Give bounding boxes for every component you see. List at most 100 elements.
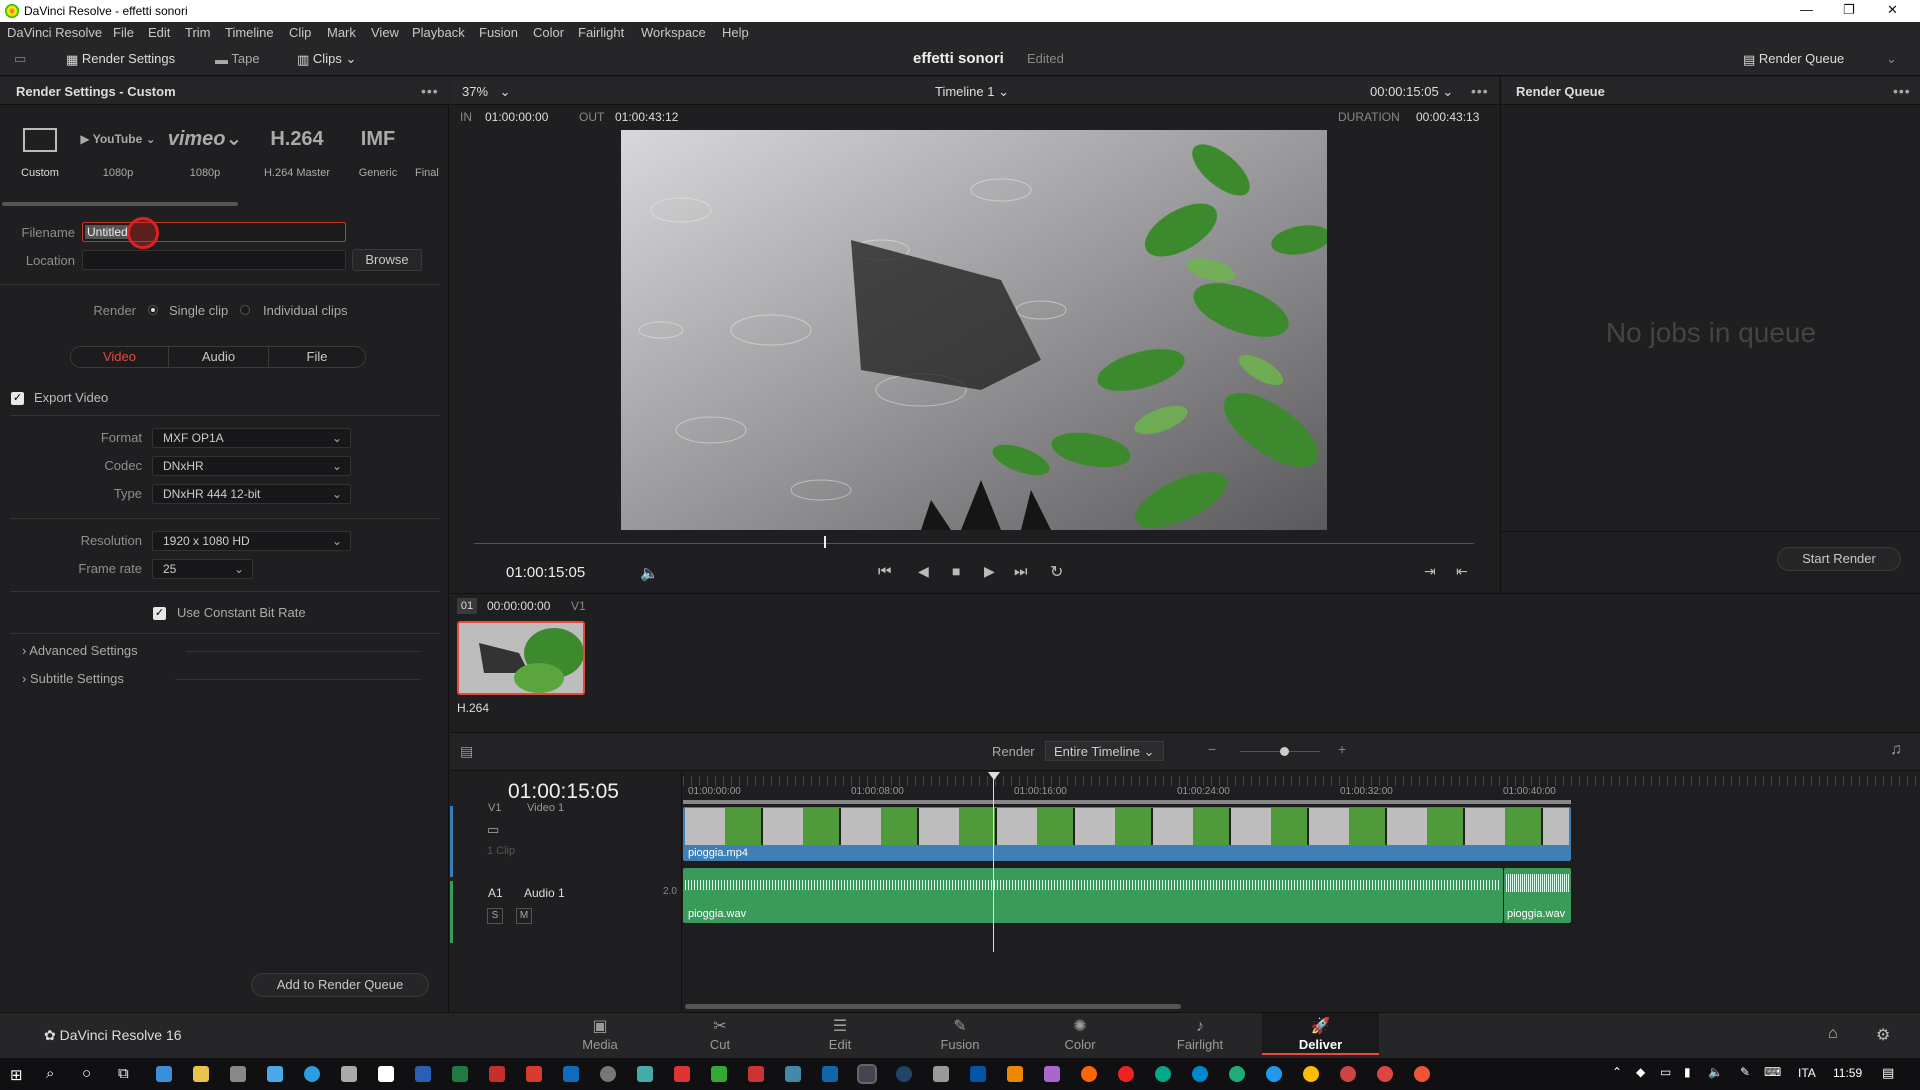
taskbar-app-icon[interactable] [156, 1066, 172, 1082]
taskbar-app-icon[interactable] [341, 1066, 357, 1082]
solo-button[interactable]: S [487, 908, 503, 924]
volume-icon[interactable]: 🔈 [640, 564, 659, 582]
chrome-icon[interactable] [1340, 1066, 1356, 1082]
cortana-icon[interactable]: ○ [82, 1065, 91, 1082]
advanced-settings-toggle[interactable]: › Advanced Settings [22, 643, 138, 658]
pdf-icon[interactable] [526, 1066, 542, 1082]
page-fairlight[interactable]: ♪ Fairlight [1150, 1017, 1250, 1052]
zoom-out-icon[interactable]: − [1208, 741, 1216, 757]
close-icon[interactable]: ✕ [1887, 2, 1898, 18]
taskbar-app-icon[interactable] [748, 1066, 764, 1082]
clips-button[interactable]: ▥ Clips ⌄ [297, 51, 356, 68]
timeline-select[interactable]: Timeline 1 ⌄ [935, 84, 1009, 100]
render-queue-button[interactable]: ▤ Render Queue [1743, 51, 1844, 68]
notepad-icon[interactable] [378, 1066, 394, 1082]
search-icon[interactable]: ⌕ [46, 1065, 54, 1082]
menu-timeline[interactable]: Timeline [225, 25, 274, 40]
menu-workspace[interactable]: Workspace [641, 25, 706, 40]
render-range-select[interactable]: Entire Timeline ⌄ [1045, 741, 1164, 761]
mute-button[interactable]: M [516, 908, 532, 924]
video-preview[interactable] [621, 130, 1327, 530]
menu-clip[interactable]: Clip [289, 25, 311, 40]
zoom-in-icon[interactable]: + [1338, 741, 1346, 757]
individual-clips-radio[interactable] [240, 305, 250, 315]
menu-fusion[interactable]: Fusion [479, 25, 518, 40]
home-icon[interactable]: ⌂ [1828, 1025, 1838, 1043]
menu-trim[interactable]: Trim [185, 25, 211, 40]
audio-meter-icon[interactable]: ♫ [1890, 741, 1902, 759]
menu-color[interactable]: Color [533, 25, 564, 40]
scrub-bar[interactable] [474, 543, 1474, 544]
timeline-view-icon[interactable]: ▤ [460, 743, 473, 760]
language-indicator[interactable]: ITA [1798, 1066, 1816, 1080]
edge-icon[interactable] [1192, 1066, 1208, 1082]
menu-file[interactable]: File [113, 25, 134, 40]
taskbar-app-icon[interactable] [1044, 1066, 1060, 1082]
keyboard-icon[interactable]: ⌨ [1764, 1065, 1781, 1079]
framerate-select[interactable]: 25 ⌄ [152, 559, 253, 579]
menu-help[interactable]: Help [722, 25, 749, 40]
constant-bitrate-checkbox[interactable]: ✓ [153, 607, 166, 620]
davinci-taskbar-icon[interactable] [857, 1064, 877, 1084]
menu-playback[interactable]: Playback [412, 25, 465, 40]
skip-to-start-icon[interactable]: ⏮ [878, 563, 892, 580]
menu-view[interactable]: View [371, 25, 399, 40]
store-icon[interactable] [230, 1066, 246, 1082]
more-options-icon[interactable]: ••• [421, 83, 439, 99]
page-media[interactable]: ▣ Media [550, 1017, 650, 1052]
taskbar-app-icon[interactable] [1266, 1066, 1282, 1082]
preset-imf[interactable]: IMF Generic [333, 117, 423, 179]
taskbar-app-icon[interactable] [267, 1066, 283, 1082]
timeline-playhead[interactable] [993, 772, 994, 952]
timeline-scrollbar[interactable] [685, 1004, 1181, 1009]
notifications-icon[interactable]: ▤ [1882, 1065, 1894, 1081]
battery-icon[interactable]: ▮ [1684, 1065, 1691, 1079]
preset-scrollbar[interactable] [2, 202, 238, 206]
clock[interactable]: 11:59 [1833, 1066, 1862, 1080]
video-clip[interactable]: pioggia.mp4 [683, 807, 1571, 861]
settings-gear-icon[interactable]: ⚙ [1876, 1025, 1890, 1045]
chrome-icon[interactable] [1414, 1066, 1430, 1082]
taskbar-app-icon[interactable] [711, 1066, 727, 1082]
subtitle-settings-toggle[interactable]: › Subtitle Settings [22, 671, 124, 686]
page-deliver[interactable]: 🚀 Deliver [1262, 1013, 1379, 1055]
render-settings-button[interactable]: ▦ Render Settings [66, 51, 175, 68]
track-monitor-icon[interactable]: ▭ [487, 822, 499, 838]
network-icon[interactable]: ▭ [1660, 1065, 1671, 1079]
photoshop-icon[interactable] [970, 1066, 986, 1082]
page-color[interactable]: ✺ Color [1030, 1017, 1130, 1052]
expand-icon[interactable]: ⌄ [1886, 51, 1897, 67]
single-clip-radio[interactable] [148, 305, 158, 315]
timeline-canvas[interactable]: 01:00:00:00 01:00:08:00 01:00:16:00 01:0… [683, 772, 1920, 1013]
opera-icon[interactable] [1118, 1066, 1134, 1082]
taskbar-app-icon[interactable] [1229, 1066, 1245, 1082]
firefox-icon[interactable] [1081, 1066, 1097, 1082]
taskbar-app-icon[interactable] [822, 1066, 838, 1082]
loop-icon[interactable]: ↻ [1050, 562, 1063, 582]
menu-edit[interactable]: Edit [148, 25, 170, 40]
taskbar-app-icon[interactable] [1303, 1066, 1319, 1082]
stop-icon[interactable]: ■ [952, 563, 960, 579]
clip-thumbnail[interactable] [457, 621, 585, 695]
volume-icon[interactable]: 🔈 [1708, 1065, 1723, 1079]
type-select[interactable]: DNxHR 444 12-bit ⌄ [152, 484, 351, 504]
preset-vimeo[interactable]: vimeo⌄ 1080p [160, 117, 250, 179]
preset-final[interactable]: Final [415, 117, 449, 179]
audio-clip-1[interactable]: pioggia.wav [683, 868, 1503, 923]
playhead-marker[interactable] [988, 772, 1000, 780]
resolution-select[interactable]: 1920 x 1080 HD ⌄ [152, 531, 351, 551]
tray-chevron-icon[interactable]: ⌃ [1612, 1065, 1622, 1079]
vlc-icon[interactable] [1007, 1066, 1023, 1082]
zoom-select[interactable]: 37% ⌄ [462, 84, 511, 100]
taskbar-app-icon[interactable] [896, 1066, 912, 1082]
audio-clip-2[interactable]: pioggia.wav [1504, 868, 1571, 923]
tab-file[interactable]: File [269, 347, 365, 367]
monitor-icon[interactable]: ▭ [14, 51, 26, 67]
taskbar-app-icon[interactable] [674, 1066, 690, 1082]
more-options-icon[interactable]: ••• [1471, 83, 1489, 99]
prev-edit-icon[interactable]: ⇤ [1456, 563, 1468, 580]
restore-icon[interactable]: ❐ [1843, 2, 1855, 18]
minimize-icon[interactable]: — [1800, 2, 1813, 17]
word-icon[interactable] [415, 1066, 431, 1082]
telegram-icon[interactable] [304, 1066, 320, 1082]
